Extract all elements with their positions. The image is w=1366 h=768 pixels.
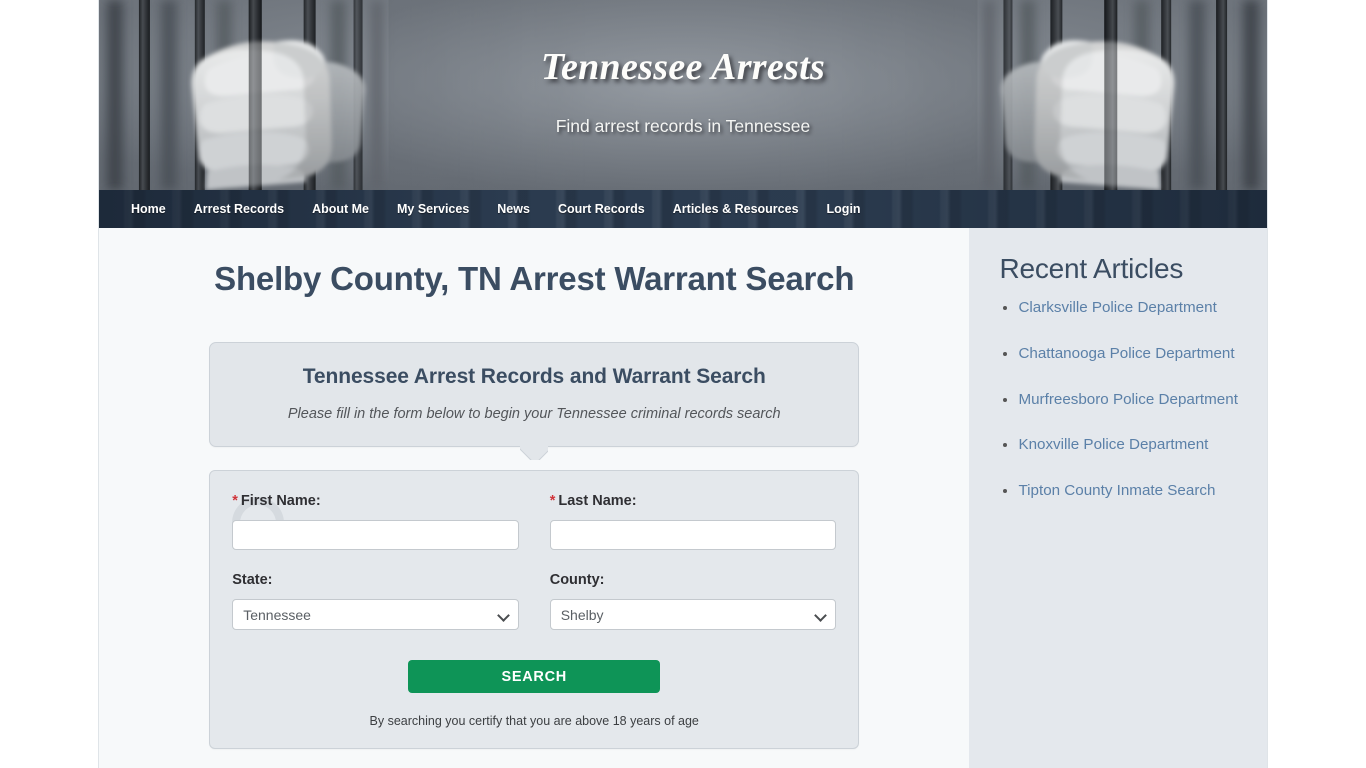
list-item: Knoxville Police Department <box>1018 434 1239 457</box>
sidebar-article-link-tipton-county[interactable]: Tipton County Inmate Search <box>1018 482 1215 499</box>
first-name-label-text: First Name: <box>240 493 321 509</box>
age-disclaimer: By searching you certify that you are ab… <box>369 714 699 728</box>
nav-item-court-records[interactable]: Court Records <box>544 191 659 227</box>
list-item: Tipton County Inmate Search <box>1018 480 1239 503</box>
nav-item-news[interactable]: News <box>483 191 544 227</box>
last-name-input[interactable] <box>549 520 837 550</box>
intro-callout-subtext: Please fill in the form below to begin y… <box>287 406 781 422</box>
site-banner: Tennessee Arrests Find arrest records in… <box>99 0 1267 190</box>
nav-item-login[interactable]: Login <box>813 191 875 227</box>
sidebar-article-link-murfreesboro[interactable]: Murfreesboro Police Department <box>1018 391 1237 408</box>
sidebar-article-link-knoxville[interactable]: Knoxville Police Department <box>1018 436 1208 453</box>
list-item: Murfreesboro Police Department <box>1018 389 1239 412</box>
first-name-required-marker: * <box>232 493 238 509</box>
county-field-group: County: Shelby <box>549 550 837 630</box>
sidebar-article-link-chattanooga[interactable]: Chattanooga Police Department <box>1018 345 1234 362</box>
nav-item-articles-resources[interactable]: Articles & Resources <box>659 191 813 227</box>
sidebar-article-link-clarksville[interactable]: Clarksville Police Department <box>1018 299 1216 316</box>
site-title: Tennessee Arrests <box>540 46 826 88</box>
last-name-field-group: * Last Name: <box>549 493 837 550</box>
page-title: Shelby County, TN Arrest Warrant Search <box>214 260 855 297</box>
callout-tail-pointer <box>520 446 548 460</box>
state-label: State: <box>232 572 273 588</box>
form-field-grid: * First Name: * Last Name: State: Tennes… <box>232 493 837 630</box>
arrest-search-form: * First Name: * Last Name: State: Tennes… <box>209 470 860 749</box>
county-select[interactable]: Shelby <box>549 599 837 630</box>
county-select-wrapper: Shelby <box>549 599 837 630</box>
body-wrapper: Shelby County, TN Arrest Warrant Search … <box>99 228 1267 768</box>
state-select-wrapper: Tennessee <box>232 599 519 630</box>
list-item: Chattanooga Police Department <box>1018 343 1239 366</box>
search-button[interactable]: SEARCH <box>408 660 661 693</box>
first-name-input[interactable] <box>232 520 519 550</box>
recent-articles-list: Clarksville Police Department Chattanoog… <box>999 297 1239 503</box>
sidebar-heading: Recent Articles <box>999 253 1184 284</box>
sidebar: Recent Articles Clarksville Police Depar… <box>969 228 1267 768</box>
main-navigation: Home Arrest Records About Me My Services… <box>99 190 1267 228</box>
main-content: Shelby County, TN Arrest Warrant Search … <box>99 228 970 768</box>
first-name-label: * First Name: <box>232 493 519 509</box>
nav-item-home[interactable]: Home <box>117 191 180 227</box>
nav-item-arrest-records[interactable]: Arrest Records <box>180 191 298 227</box>
state-field-group: State: Tennessee <box>232 550 519 630</box>
state-select[interactable]: Tennessee <box>232 599 519 630</box>
list-item: Clarksville Police Department <box>1018 297 1239 320</box>
banner-text-block: Tennessee Arrests Find arrest records in… <box>99 46 1267 137</box>
intro-callout-box: Tennessee Arrest Records and Warrant Sea… <box>209 342 860 447</box>
county-label: County: <box>549 572 605 588</box>
page-container: Tennessee Arrests Find arrest records in… <box>98 0 1268 768</box>
nav-item-about-me[interactable]: About Me <box>298 191 383 227</box>
intro-callout-heading: Tennessee Arrest Records and Warrant Sea… <box>302 365 766 388</box>
last-name-label: * Last Name: <box>550 493 837 509</box>
nav-item-my-services[interactable]: My Services <box>383 191 483 227</box>
last-name-label-text: Last Name: <box>558 493 637 509</box>
last-name-required-marker: * <box>549 493 556 509</box>
first-name-field-group: * First Name: <box>232 493 519 550</box>
intro-callout: Tennessee Arrest Records and Warrant Sea… <box>209 342 860 447</box>
site-tagline: Find arrest records in Tennessee <box>555 115 811 136</box>
